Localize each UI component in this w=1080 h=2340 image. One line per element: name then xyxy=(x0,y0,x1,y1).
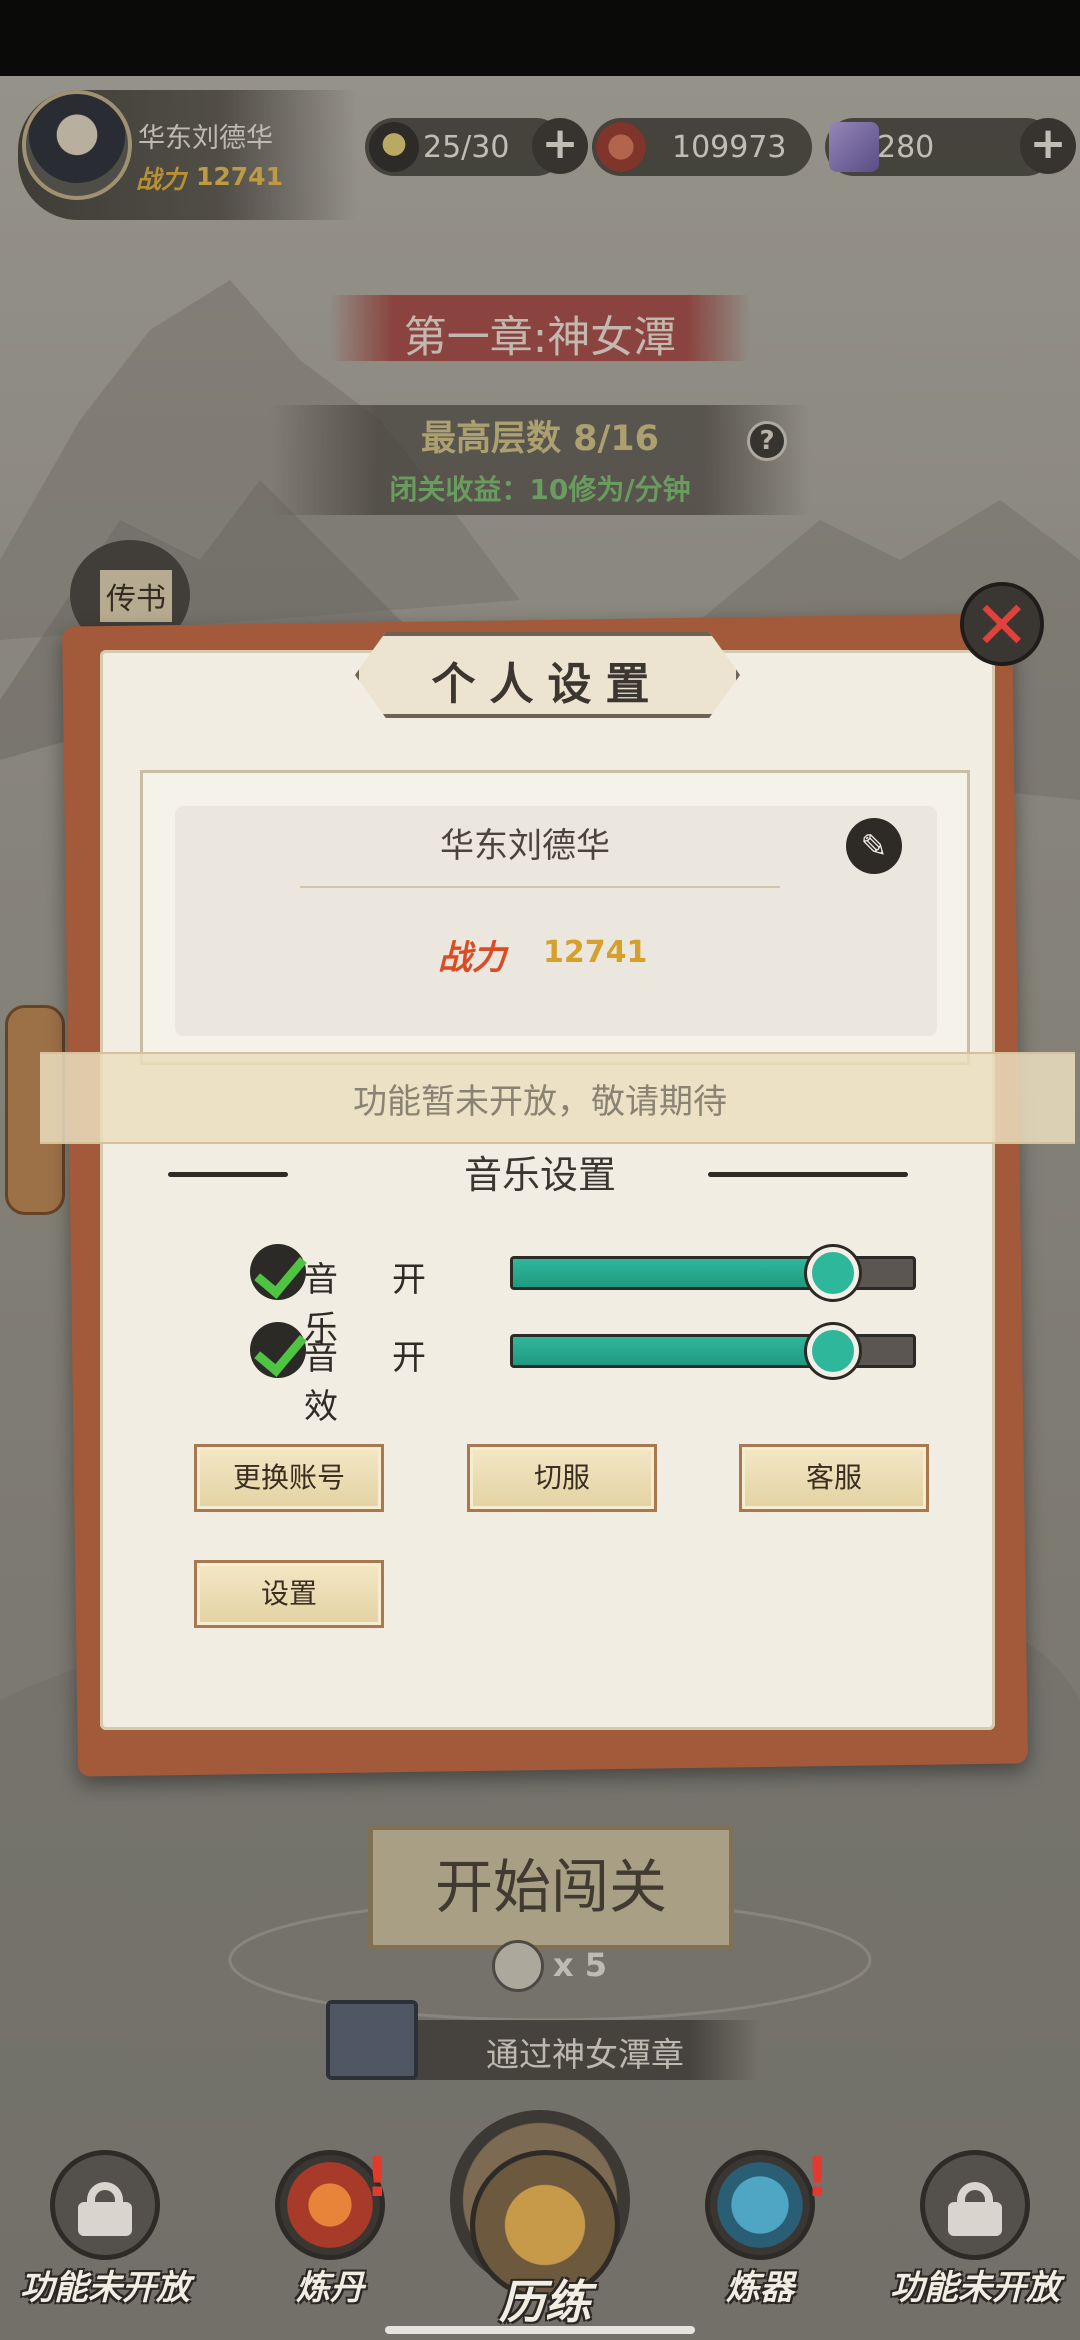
slider-thumb[interactable] xyxy=(807,1325,859,1377)
nav-label: 历练 xyxy=(499,2275,591,2329)
lock-icon xyxy=(78,2182,132,2236)
edit-name-button[interactable]: ✎ xyxy=(846,818,902,874)
sfx-volume-slider[interactable] xyxy=(510,1325,916,1377)
nav-label: 炼丹 xyxy=(296,2268,364,2308)
slider-fill xyxy=(513,1259,833,1287)
music-state: 开 xyxy=(392,1260,426,1300)
nav-item-training[interactable]: 历练 xyxy=(440,2140,640,2340)
home-indicator[interactable] xyxy=(385,2326,695,2334)
music-volume-slider[interactable] xyxy=(510,1247,916,1299)
nav-item-locked-right[interactable]: 功能未开放 xyxy=(870,2140,1070,2340)
nav-label: 功能未开放 xyxy=(890,2268,1060,2308)
close-icon: ✕ xyxy=(974,587,1030,664)
slider-thumb[interactable] xyxy=(807,1247,859,1299)
settings-button[interactable]: 设置 xyxy=(194,1560,384,1628)
divider xyxy=(300,886,780,888)
toast-text: 功能暂未开放，敬请期待 xyxy=(353,1082,727,1122)
nav-item-locked-left[interactable]: 功能未开放 xyxy=(0,2140,200,2340)
customer-service-button[interactable]: 客服 xyxy=(739,1444,929,1512)
sfx-checkbox[interactable] xyxy=(250,1322,306,1378)
switch-server-button[interactable]: 切服 xyxy=(467,1444,657,1512)
lock-icon xyxy=(948,2182,1002,2236)
cauldron-icon xyxy=(705,2150,815,2260)
profile-power-value: 12741 xyxy=(543,935,648,970)
section-line-left xyxy=(168,1172,288,1177)
switch-account-button[interactable]: 更换账号 xyxy=(194,1444,384,1512)
alert-badge: ! xyxy=(805,2146,830,2209)
brush-icon: ✎ xyxy=(860,827,888,865)
nav-label: 炼器 xyxy=(726,2268,794,2308)
sfx-label: 音效 xyxy=(304,1338,338,1427)
modal-title: 个人设置 xyxy=(431,659,664,710)
nav-item-alchemy[interactable]: ! 炼丹 xyxy=(225,2140,425,2340)
nav-item-forging[interactable]: ! 炼器 xyxy=(655,2140,855,2340)
profile-name: 华东刘德华 xyxy=(440,826,610,866)
sfx-state: 开 xyxy=(392,1338,426,1378)
music-section-title: 音乐设置 xyxy=(463,1153,616,1197)
alert-badge: ! xyxy=(365,2146,390,2209)
power-badge-icon: 战力 xyxy=(438,938,506,978)
music-checkbox[interactable] xyxy=(250,1244,306,1300)
slider-fill xyxy=(513,1337,833,1365)
nav-label: 功能未开放 xyxy=(20,2268,190,2308)
close-button[interactable]: ✕ xyxy=(960,582,1044,666)
